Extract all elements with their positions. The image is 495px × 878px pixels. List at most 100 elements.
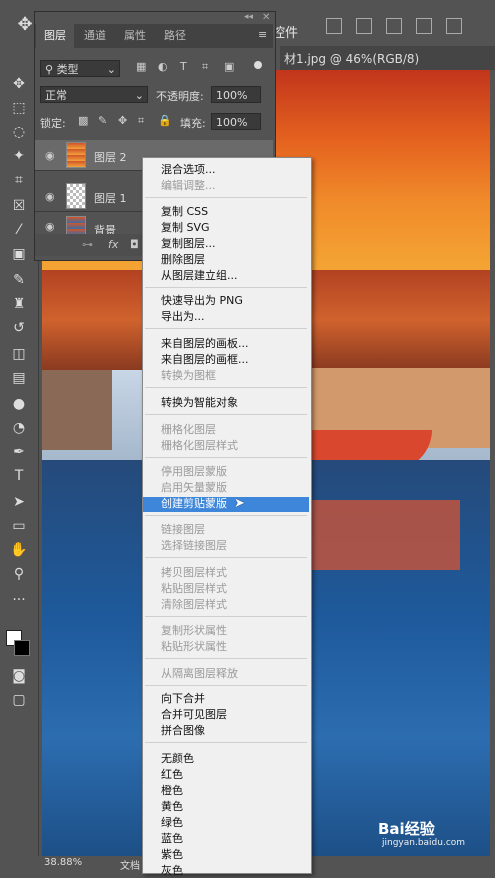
- menu-item[interactable]: 蓝色: [161, 832, 183, 846]
- more-tools-icon[interactable]: ···: [9, 590, 29, 610]
- hand-tool-icon[interactable]: ✋: [9, 540, 29, 560]
- menu-item[interactable]: 灰色: [161, 864, 183, 878]
- menu-item[interactable]: 粘贴形状属性: [161, 640, 227, 654]
- menu-item[interactable]: 合并可见图层: [161, 708, 227, 722]
- magic-wand-tool-icon[interactable]: ✦: [9, 146, 29, 166]
- lock-image-pixels-icon[interactable]: ✎: [98, 114, 107, 127]
- menu-item[interactable]: 复制形状属性: [161, 624, 227, 638]
- menu-item[interactable]: 橙色: [161, 784, 183, 798]
- lock-transparent-pixels-icon[interactable]: ▩: [78, 114, 88, 127]
- filter-shape-icon[interactable]: ⌗: [202, 60, 208, 74]
- fill-input[interactable]: 100%: [211, 113, 261, 130]
- menu-item[interactable]: 启用矢量蒙版: [161, 481, 227, 495]
- filter-type-icon[interactable]: T: [180, 60, 187, 73]
- visibility-eye-icon[interactable]: ◉: [45, 190, 57, 203]
- frame-tool-icon[interactable]: ☒: [9, 196, 29, 216]
- menu-item[interactable]: 来自图层的画板...: [161, 337, 249, 351]
- align-middle-icon[interactable]: [446, 18, 462, 34]
- tab-channels[interactable]: 通道: [76, 24, 114, 48]
- visibility-eye-icon[interactable]: ◉: [45, 220, 57, 233]
- tab-properties[interactable]: 属性: [116, 24, 154, 48]
- move-tool-icon[interactable]: ✥: [9, 74, 29, 94]
- marquee-tool-icon[interactable]: ⬚: [9, 98, 29, 118]
- close-panel-icon[interactable]: ✕: [262, 12, 270, 23]
- lock-position-icon[interactable]: ✥: [118, 114, 127, 127]
- pen-tool-icon[interactable]: ✒: [9, 442, 29, 462]
- document-info[interactable]: 文档: [120, 857, 140, 872]
- menu-item[interactable]: 转换为智能对象: [161, 396, 238, 410]
- tab-layers[interactable]: 图层: [36, 24, 74, 48]
- menu-item[interactable]: 拼合图像: [161, 724, 205, 738]
- menu-item[interactable]: 快速导出为 PNG: [161, 294, 243, 308]
- menu-item[interactable]: 从图层建立组...: [161, 269, 238, 283]
- menu-item[interactable]: 混合选项...: [161, 163, 216, 177]
- gradient-tool-icon[interactable]: ▤: [9, 368, 29, 388]
- menu-item[interactable]: 无颜色: [161, 752, 194, 766]
- rectangle-tool-icon[interactable]: ▭: [9, 516, 29, 536]
- layer-style-icon[interactable]: fx: [108, 238, 118, 251]
- layer-name[interactable]: 图层 2: [94, 149, 127, 165]
- clone-stamp-tool-icon[interactable]: ♜: [9, 294, 29, 314]
- history-brush-tool-icon[interactable]: ↺: [9, 318, 29, 338]
- quick-mask-icon[interactable]: ◙: [9, 666, 29, 686]
- menu-item[interactable]: 拷贝图层样式: [161, 566, 227, 580]
- visibility-eye-icon[interactable]: ◉: [45, 149, 57, 162]
- menu-item[interactable]: 链接图层: [161, 523, 205, 537]
- menu-item[interactable]: 粘贴图层样式: [161, 582, 227, 596]
- opacity-input[interactable]: 100%: [211, 86, 261, 103]
- menu-item[interactable]: 删除图层: [161, 253, 205, 267]
- menu-item[interactable]: 红色: [161, 768, 183, 782]
- lasso-tool-icon[interactable]: ◌: [9, 122, 29, 142]
- align-center-icon[interactable]: [356, 18, 372, 34]
- eyedropper-tool-icon[interactable]: ⁄: [9, 220, 29, 240]
- move-icon[interactable]: ✥: [14, 14, 36, 36]
- blend-mode-select[interactable]: 正常 ⌄: [40, 86, 148, 103]
- menu-item[interactable]: 选择链接图层: [161, 539, 227, 553]
- align-right-icon[interactable]: [386, 18, 402, 34]
- lock-artboard-icon[interactable]: ⌗: [138, 114, 144, 128]
- collapse-icon[interactable]: ◂◂: [244, 12, 253, 22]
- layer-name[interactable]: 背景: [94, 222, 116, 234]
- screen-mode-icon[interactable]: ▢: [9, 690, 29, 710]
- filter-pixel-icon[interactable]: ▦: [136, 60, 146, 73]
- menu-item[interactable]: 复制 CSS: [161, 205, 208, 219]
- type-tool-icon[interactable]: T: [9, 466, 29, 486]
- menu-item[interactable]: 来自图层的画框...: [161, 353, 249, 367]
- crop-tool-icon[interactable]: ⌗: [9, 170, 29, 190]
- filter-adjustment-icon[interactable]: ◐: [158, 60, 168, 73]
- filter-toggle-icon[interactable]: [254, 61, 262, 69]
- filter-smart-object-icon[interactable]: ▣: [224, 60, 234, 73]
- align-left-icon[interactable]: [326, 18, 342, 34]
- panel-menu-icon[interactable]: ≡: [258, 28, 267, 41]
- layer-name[interactable]: 图层 1: [94, 190, 127, 206]
- menu-item[interactable]: 转换为图框: [161, 369, 216, 383]
- menu-item[interactable]: 绿色: [161, 816, 183, 830]
- healing-brush-tool-icon[interactable]: ▣: [9, 244, 29, 264]
- menu-item[interactable]: 编辑调整...: [161, 179, 216, 193]
- tab-paths[interactable]: 路径: [156, 24, 194, 48]
- add-mask-icon[interactable]: ◘: [130, 238, 139, 251]
- menu-item[interactable]: 停用图层蒙版: [161, 465, 227, 479]
- blur-tool-icon[interactable]: ●: [9, 394, 29, 414]
- brush-tool-icon[interactable]: ✎: [9, 270, 29, 290]
- menu-item[interactable]: 导出为...: [161, 310, 205, 324]
- zoom-level[interactable]: 38.88%: [44, 857, 82, 868]
- menu-item[interactable]: 从隔离图层释放: [161, 667, 238, 681]
- lock-all-icon[interactable]: 🔒: [158, 114, 172, 127]
- menu-item[interactable]: 栅格化图层样式: [161, 439, 238, 453]
- layer-filter-select[interactable]: ⚲ 类型 ⌄: [40, 60, 120, 77]
- align-top-icon[interactable]: [416, 18, 432, 34]
- link-layers-icon[interactable]: ⊶: [82, 238, 93, 251]
- eraser-tool-icon[interactable]: ◫: [9, 344, 29, 364]
- path-selection-tool-icon[interactable]: ➤: [9, 492, 29, 512]
- menu-item[interactable]: 复制图层...: [161, 237, 216, 251]
- menu-item[interactable]: 向下合并: [161, 692, 205, 706]
- menu-item[interactable]: 栅格化图层: [161, 423, 216, 437]
- background-color-swatch[interactable]: [14, 640, 30, 656]
- menu-item[interactable]: 紫色: [161, 848, 183, 862]
- dodge-tool-icon[interactable]: ◔: [9, 418, 29, 438]
- menu-item[interactable]: 复制 SVG: [161, 221, 210, 235]
- menu-item[interactable]: 黄色: [161, 800, 183, 814]
- zoom-tool-icon[interactable]: ⚲: [9, 564, 29, 584]
- menu-item[interactable]: 创建剪贴蒙版: [161, 497, 227, 511]
